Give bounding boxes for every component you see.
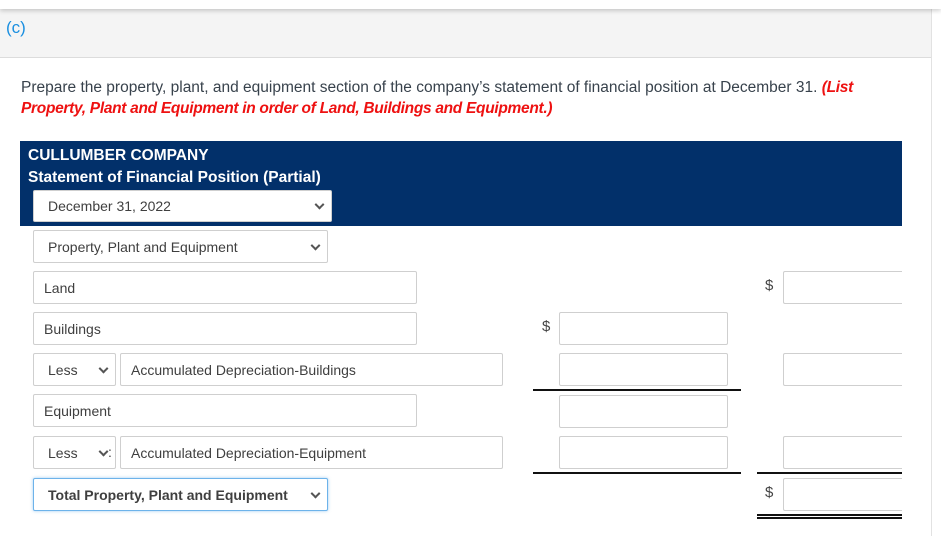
buildings-amount-input[interactable] xyxy=(559,312,728,345)
separator: : xyxy=(108,444,112,460)
top-strip xyxy=(0,0,941,9)
acc-dep-equipment-account-input[interactable]: Accumulated Depreciation-Equipment xyxy=(120,436,503,469)
double-rule-top xyxy=(757,514,902,516)
chevron-down-icon xyxy=(98,446,109,457)
equipment-label: Equipment xyxy=(44,402,111,419)
land-currency: $ xyxy=(765,277,774,294)
acc-dep-equipment-operator-select[interactable]: Less xyxy=(33,436,116,469)
land-account-input[interactable]: Land xyxy=(33,271,417,304)
operator-value: Less xyxy=(48,361,78,378)
total-select[interactable]: Total Property, Plant and Equipment xyxy=(33,478,328,511)
equipment-amount-input[interactable] xyxy=(559,395,728,428)
land-label: Land xyxy=(44,279,76,296)
equipment-net-amount-input[interactable] xyxy=(783,436,902,469)
company-heading: CULLUMBER COMPANY Statement of Financial… xyxy=(28,145,321,189)
company-name: CULLUMBER COMPANY xyxy=(28,147,209,164)
operator-value: Less xyxy=(48,444,78,461)
acc-dep-buildings-account-input[interactable]: Accumulated Depreciation-Buildings xyxy=(120,353,503,386)
acc-dep-buildings-operator-select[interactable]: Less xyxy=(33,353,116,386)
equipment-account-input[interactable]: Equipment xyxy=(33,394,417,427)
buildings-account-input[interactable]: Buildings xyxy=(33,312,417,345)
subtotal-rule xyxy=(533,389,741,391)
page: (c) Prepare the property, plant, and equ… xyxy=(0,0,941,536)
part-header: (c) xyxy=(0,9,932,58)
buildings-label: Buildings xyxy=(44,320,101,337)
section-select[interactable]: Property, Plant and Equipment xyxy=(33,230,328,263)
subtotal-rule xyxy=(757,472,902,474)
date-select-value: December 31, 2022 xyxy=(48,198,171,214)
instructions-text: Prepare the property, plant, and equipme… xyxy=(21,79,822,96)
subtotal-rule xyxy=(533,472,741,474)
statement-title: Statement of Financial Position (Partial… xyxy=(28,169,321,186)
acc-dep-equipment-label: Accumulated Depreciation-Equipment xyxy=(131,444,367,461)
chevron-down-icon xyxy=(310,488,321,499)
land-amount-input[interactable] xyxy=(783,271,902,304)
acc-dep-buildings-label: Accumulated Depreciation-Buildings xyxy=(131,361,356,378)
buildings-currency: $ xyxy=(542,318,551,335)
chevron-down-icon xyxy=(310,240,321,251)
section-select-value: Property, Plant and Equipment xyxy=(48,238,238,255)
instructions: Prepare the property, plant, and equipme… xyxy=(21,77,881,119)
acc-dep-equipment-amount-input[interactable] xyxy=(559,436,728,469)
total-currency: $ xyxy=(765,484,774,501)
total-amount-input[interactable] xyxy=(783,478,902,511)
double-rule-bottom xyxy=(757,517,902,519)
scrollbar-track[interactable] xyxy=(932,9,941,536)
chevron-down-icon xyxy=(98,363,109,374)
chevron-down-icon xyxy=(314,199,325,210)
acc-dep-buildings-amount-input[interactable] xyxy=(559,353,728,386)
date-select[interactable]: December 31, 2022 xyxy=(33,190,332,222)
total-select-value: Total Property, Plant and Equipment xyxy=(48,486,288,503)
part-label: (c) xyxy=(6,18,26,37)
buildings-net-amount-input[interactable] xyxy=(783,353,902,386)
